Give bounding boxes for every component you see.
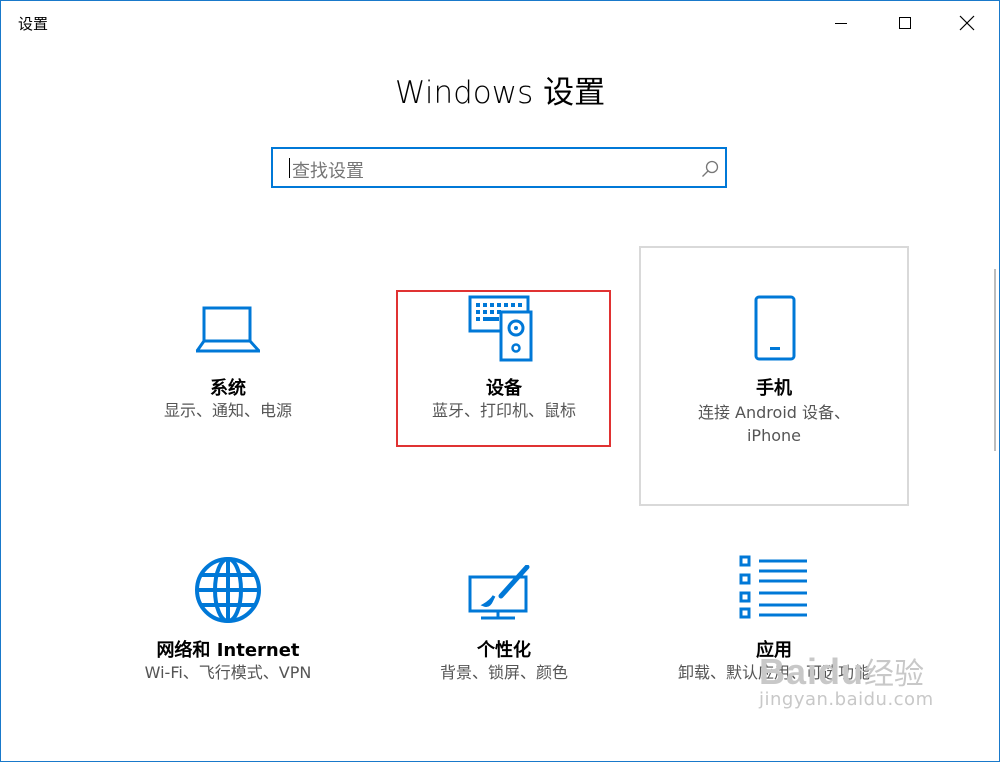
close-button[interactable]: [937, 1, 997, 45]
tile-description: Wi-Fi、飞行模式、VPN: [144, 663, 312, 682]
maximize-icon: [899, 17, 911, 29]
tile-network[interactable]: 网络和 Internet Wi-Fi、飞行模式、VPN: [121, 531, 335, 731]
watermark-url: jingyan.baidu.com: [759, 689, 934, 710]
tile-description: 显示、通知、电源: [163, 401, 292, 420]
search-box[interactable]: 查找设置: [271, 147, 727, 188]
scrollbar-thumb[interactable]: [994, 269, 996, 451]
phone-icon: [754, 295, 796, 361]
tile-personalization[interactable]: 个性化 背景、锁屏、颜色: [397, 531, 611, 731]
search-icon[interactable]: [701, 160, 719, 178]
tile-title: 网络和 Internet: [156, 640, 300, 661]
watermark-cn: 经验: [864, 657, 925, 692]
title-bar: 设置: [1, 1, 999, 45]
minimize-button[interactable]: [811, 1, 871, 45]
globe-icon: [195, 557, 261, 623]
tile-title: 个性化: [477, 640, 531, 661]
laptop-icon: [195, 306, 261, 353]
watermark-logo: Baidu: [759, 651, 865, 692]
tile-title: 手机: [756, 378, 792, 399]
minimize-icon: [835, 23, 847, 24]
text-caret: [289, 158, 290, 178]
maximize-button[interactable]: [875, 1, 935, 45]
tile-system[interactable]: 系统 显示、通知、电源: [121, 251, 335, 501]
settings-window: 设置 Windows 设置 查找设置 系统 显示、通知、电源 设备 蓝牙、打印机…: [0, 0, 1000, 762]
tile-phone[interactable]: 手机 连接 Android 设备、 iPhone: [639, 246, 909, 506]
close-icon: [959, 15, 975, 31]
tile-description: 背景、锁屏、颜色: [439, 663, 568, 682]
search-input[interactable]: 查找设置: [292, 157, 364, 183]
page-title: Windows 设置: [394, 75, 606, 111]
highlight-box: [396, 290, 611, 447]
tile-title: 系统: [210, 378, 246, 399]
paintbrush-icon: [468, 565, 530, 620]
apps-list-icon: [739, 555, 807, 619]
tile-description-line2: iPhone: [746, 426, 801, 445]
tile-description-line1: 连接 Android 设备、: [697, 403, 851, 422]
baidu-watermark: Baidu经验 jingyan.baidu.com: [759, 649, 934, 710]
window-title: 设置: [18, 15, 49, 33]
